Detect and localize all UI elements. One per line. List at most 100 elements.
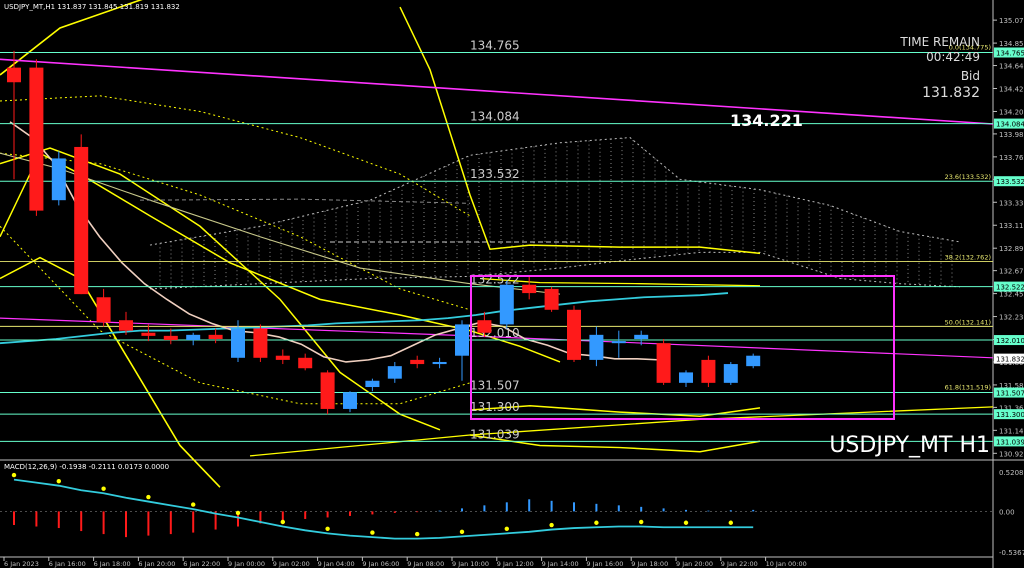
macd-dot [146,494,151,500]
kumo-span-a [149,137,961,246]
candle-body [611,341,626,344]
candle-body [589,334,604,360]
candle-body [119,320,133,331]
time-tick-label: 9 Jan 06:00 [362,560,399,568]
candle-body [343,392,357,409]
time-tick-label: 9 Jan 20:00 [676,560,713,568]
chart-window: 134.765 134.084 133.532 132.522 132.010 131.5… [0,0,1024,568]
fib-label: 50.0(132.141) [945,318,991,326]
macd-dot [370,530,375,535]
candle-body [163,335,178,341]
candle-body [410,359,425,365]
chart-canvas[interactable]: 134.765 134.084 133.532 132.522 132.010 131.5… [0,0,1024,568]
candle-body [746,355,761,367]
macd-dot [101,486,106,491]
candle-body [231,328,245,358]
candle-body [141,332,156,336]
price-tick-label: 133.765 [999,154,1024,162]
time-tick-label: 6 Jan 2023 [4,560,39,568]
macd-dot [56,478,61,484]
price-tick-label: 131.145 [999,427,1024,435]
candle-body [679,372,693,383]
time-tick-label: 9 Jan 18:00 [631,560,668,568]
level-label-l131507: 131.507 [470,379,520,393]
candle-body [186,334,201,341]
price-tick-label: 134.420 [999,86,1024,94]
fib-label: 38.2(132.762) [945,254,991,262]
time-tick-label: 9 Jan 08:00 [407,560,444,568]
time-tick-label: 9 Jan 14:00 [542,560,579,568]
candle-body [275,355,290,360]
macd-dot [325,526,330,531]
candle-body [723,364,738,383]
time-tick-label: 9 Jan 10:00 [452,560,489,568]
price-tick-label: 134.640 [999,63,1024,71]
macd-label: MACD(12,26,9) -0.1938 -0.2111 0.0173 0.0… [4,463,169,471]
selection-rectangle[interactable] [470,275,895,420]
macd-dot [639,519,644,525]
price-tick-label: 134.200 [999,108,1024,116]
price-tag-label: 134.765 [996,49,1024,57]
time-tick-label: 6 Jan 16:00 [49,560,86,568]
macd-dot [280,519,285,525]
level-label-l131300: 131.300 [470,400,520,414]
time-tick-label: 9 Jan 22:00 [721,560,758,568]
upper-band-2 [399,6,761,255]
price-tick-label: 133.110 [999,222,1024,230]
level-label-l134765: 134.765 [470,38,520,52]
macd-dot [683,520,689,525]
candle-body [29,67,44,211]
price-tag-label: 134.084 [996,121,1024,129]
macd-dot [11,472,17,478]
candle-body [544,288,559,310]
time-tick-label: 6 Jan 20:00 [138,560,175,568]
macd-dot [191,502,196,507]
level-label-l132522: 132.522 [470,273,520,287]
price-tag-label: 131.039 [996,438,1024,446]
candle-body [567,309,581,360]
price-tick-label: 132.675 [999,268,1024,276]
time-tick-label: 6 Jan 22:00 [183,560,220,568]
price-tick-label: 130.925 [999,450,1024,458]
time-tick-label: 10 Jan 00:00 [766,560,807,568]
bid-label: Bid [961,69,980,83]
fib-label: 61.8(131.519) [945,383,991,391]
price-tick-label: 132.455 [999,291,1024,299]
time-tick-label: 9 Jan 00:00 [228,560,265,568]
price-tag-label: 131.507 [996,390,1024,398]
lower-band-outer [0,256,221,488]
fib-label: 23.6(133.532) [945,173,991,181]
candle-body [320,372,335,409]
time-tick-label: 9 Jan 12:00 [497,560,534,568]
candle-body [499,284,514,325]
macd-dot [594,520,599,525]
watermark-label: USDJPY_MT H1 [829,433,990,458]
big-price-label: 134.221 [730,111,803,130]
lower-band-1 [0,147,441,431]
macd-tick-label: 0.00 [999,508,1015,516]
level-label-l133532: 133.532 [470,167,520,181]
candle-body [656,343,671,383]
symbol-ohlc-label: USDJPY_MT,H1 131.837 131.845 131.819 131… [4,3,180,11]
candle-body [96,297,111,323]
price-tag-label: 131.832 [996,356,1024,364]
time-tick-label: 6 Jan 18:00 [94,560,131,568]
macd-dot [728,520,733,525]
macd-signal-line [13,478,754,540]
macd-tick-label: -0.5367 [999,549,1024,557]
price-tick-label: 132.890 [999,245,1024,253]
upper-band-outer [0,0,143,76]
candle-body [253,328,268,358]
upper-band-3 [479,277,761,287]
candle-body [298,357,313,369]
candle-body [477,320,492,333]
time-remain-value: 00:42:49 [926,50,980,64]
macd-dot [459,529,465,535]
level-label-l134084: 134.084 [470,110,520,124]
candle-body [432,361,447,365]
candle-body [208,334,223,340]
candle-body [522,284,537,294]
macd-tick-label: 0.5208 [999,469,1024,477]
candle-body [51,158,66,201]
candle-body [634,334,649,340]
